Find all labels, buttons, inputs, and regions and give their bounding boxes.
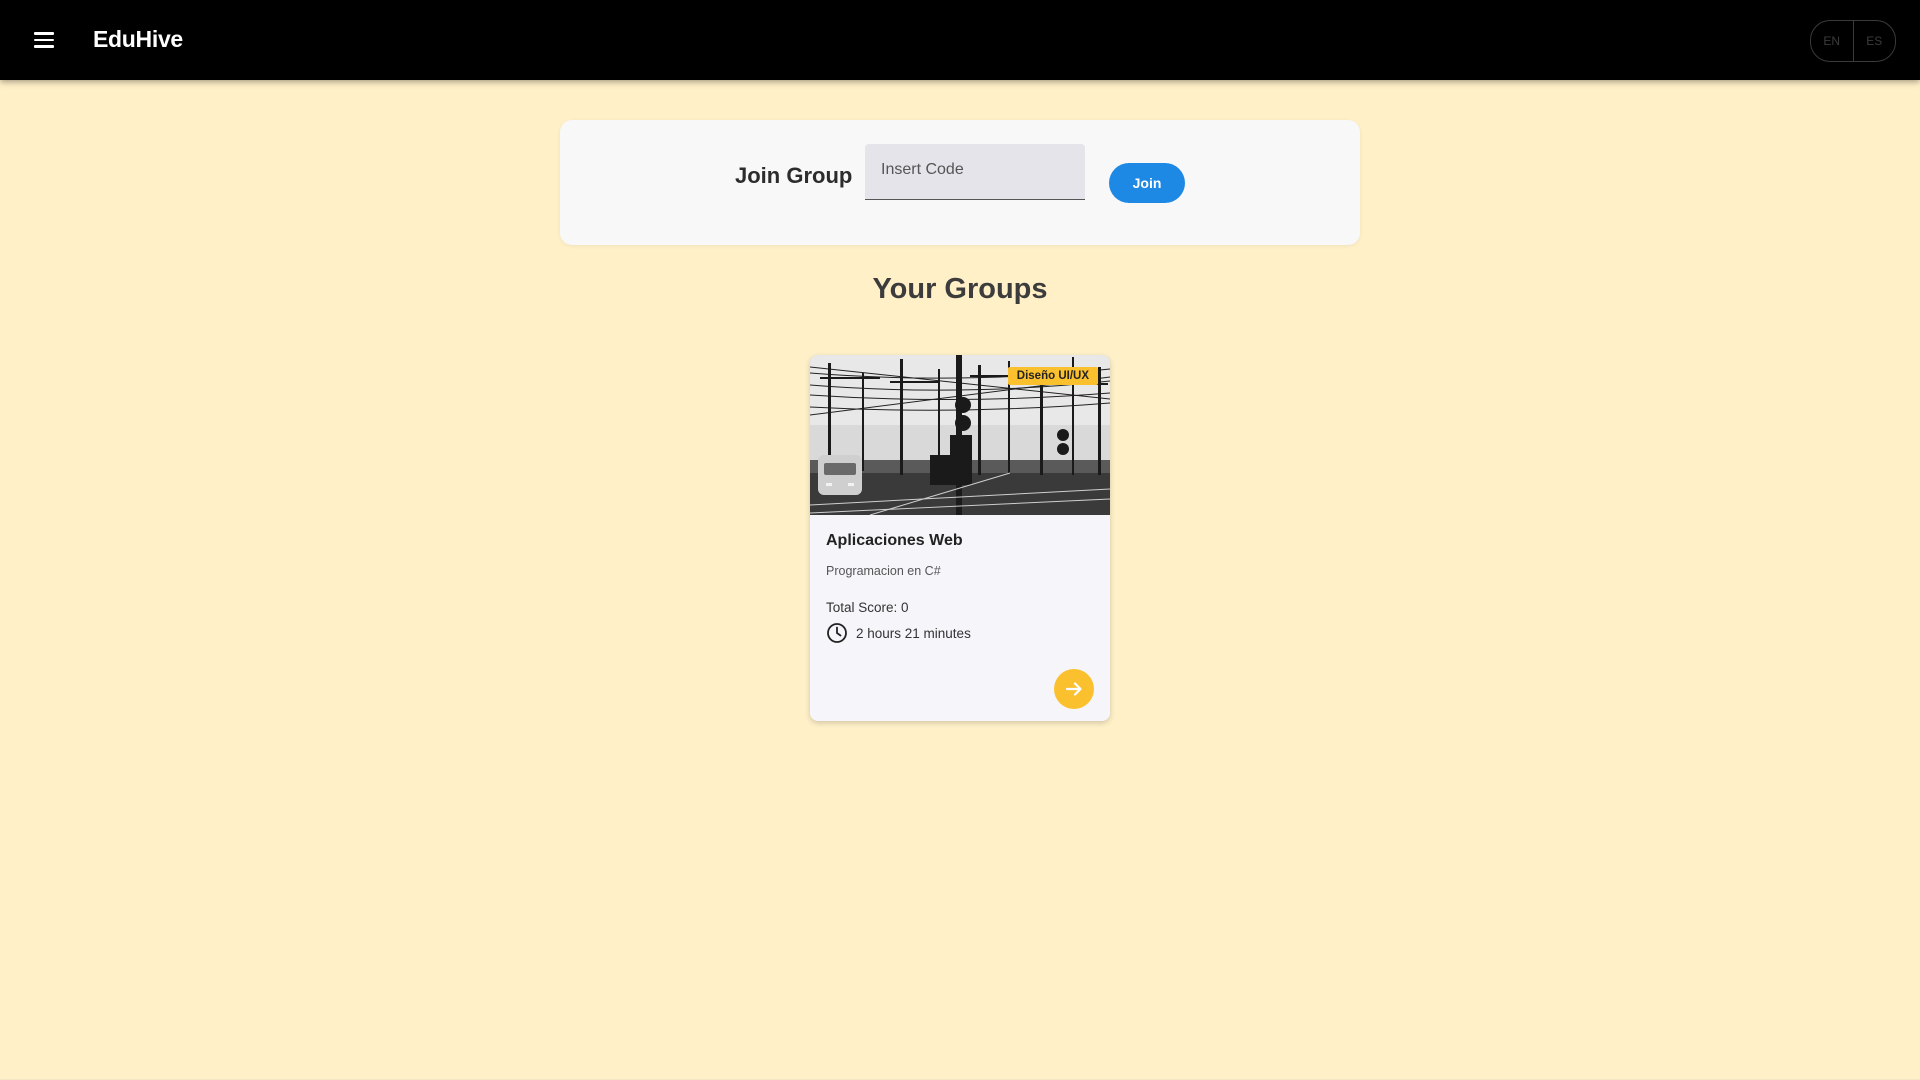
language-toggle: EN ES [1810, 20, 1896, 62]
category-badge: Diseño UI/UX [1007, 367, 1098, 385]
language-es-button[interactable]: ES [1852, 21, 1896, 61]
group-time-row: 2 hours 21 minutes [826, 622, 971, 644]
code-input-container [865, 144, 1085, 200]
language-en-button[interactable]: EN [1811, 21, 1853, 61]
menu-line [34, 38, 54, 42]
menu-line [34, 32, 54, 35]
open-group-button[interactable] [1054, 669, 1094, 709]
group-total-score: Total Score: 0 [826, 600, 909, 615]
brand-title[interactable]: EduHive [93, 26, 183, 53]
group-cover-image: Diseño UI/UX [810, 355, 1110, 515]
group-subtitle: Programacion en C# [826, 564, 941, 578]
join-group-panel: Join Group Join [560, 120, 1360, 245]
group-card[interactable]: Diseño UI/UX Aplicaciones Web Programaci… [810, 355, 1110, 721]
group-title: Aplicaciones Web [826, 532, 963, 549]
group-time-remaining: 2 hours 21 minutes [856, 625, 971, 641]
join-group-title: Join Group [735, 163, 853, 188]
menu-icon[interactable] [26, 24, 62, 56]
group-code-input[interactable] [865, 144, 1085, 199]
join-button[interactable]: Join [1109, 163, 1185, 203]
clock-icon [826, 622, 848, 644]
arrow-right-icon [1065, 682, 1082, 696]
your-groups-title: Your Groups [872, 273, 1048, 305]
top-app-bar: EduHive EN ES [0, 0, 1920, 80]
menu-line [34, 45, 54, 48]
